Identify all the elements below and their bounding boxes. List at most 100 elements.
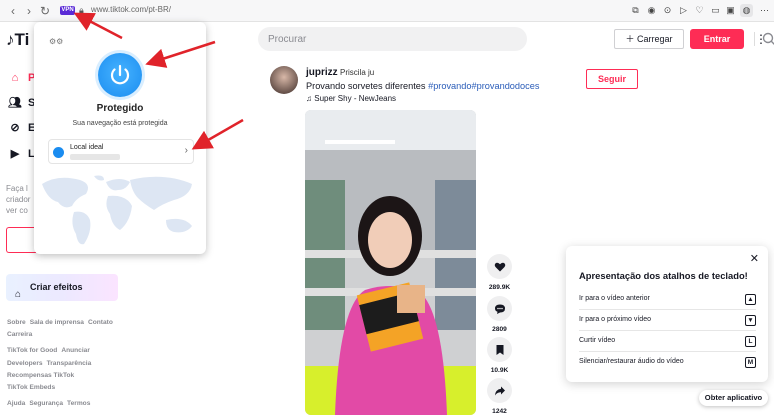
footer-link[interactable]: Ajuda [7, 400, 25, 407]
share-icon[interactable]: ⧉ [629, 4, 642, 17]
post-display-name: Priscila ju [340, 68, 375, 77]
footer-link[interactable]: Carreira [7, 331, 32, 338]
plus-icon: ＋ [625, 34, 637, 44]
share-action[interactable]: 1242 [487, 378, 512, 415]
footer-link[interactable]: Anunciar [61, 347, 90, 354]
forward-icon[interactable]: › [22, 4, 36, 18]
tiktok-note-icon: ♪ [6, 30, 15, 49]
create-effects-button[interactable]: ⌂ Criar efeitos [6, 274, 118, 301]
play-icon[interactable]: ▷ [677, 4, 690, 17]
sidebar-item-explore[interactable]: ⊘ E [8, 119, 35, 137]
menu-icon[interactable]: ⋯ [758, 4, 771, 17]
footer-link[interactable]: TikTok for Good [7, 347, 57, 354]
tiktok-logo[interactable]: ♪Ti [6, 30, 29, 50]
camera-icon[interactable]: ◉ [645, 4, 658, 17]
keyboard-shortcuts-panel: ✕ Apresentação dos atalhos de teclado! I… [566, 246, 768, 382]
comment-icon[interactable] [487, 296, 512, 321]
post-username[interactable]: juprizz [306, 67, 338, 78]
key-m: M [745, 357, 756, 368]
login-button[interactable]: Entrar [690, 29, 744, 49]
vpn-status-title: Protegido [96, 103, 144, 114]
chevron-right-icon: › [184, 145, 188, 156]
shortcut-row: Ir para o próximo vídeo ▼ [579, 311, 756, 331]
upload-button[interactable]: ＋ Carregar [614, 29, 684, 49]
footer-link[interactable]: Developers [7, 360, 43, 367]
footer-links: TikTok Embeds [7, 384, 59, 391]
more-options-icon[interactable]: ⋮ [755, 30, 767, 48]
key-down-icon: ▼ [745, 315, 756, 326]
profile-icon[interactable]: ◍ [740, 4, 753, 17]
upload-label: Carregar [637, 34, 673, 44]
footer-links: Ajuda Segurança Termos [7, 400, 94, 407]
footer-links: Developers Transparência [7, 360, 95, 367]
vpn-status-subtitle: Sua navegação está protegida [72, 120, 168, 127]
post-caption: Provando sorvetes diferentes #provando#p… [306, 81, 539, 91]
footer-link[interactable]: Transparência [47, 360, 92, 367]
video-frame [305, 110, 476, 415]
location-selector[interactable]: Local ideal › [48, 139, 194, 164]
follow-button[interactable]: Seguir [586, 69, 638, 89]
share-arrow-icon[interactable] [487, 378, 512, 403]
footer-link[interactable]: Recompensas TikTok [7, 372, 74, 379]
back-icon[interactable]: ‹ [6, 4, 20, 18]
footer-link[interactable]: TikTok Embeds [7, 384, 55, 391]
globe-icon [53, 147, 64, 158]
search-input[interactable] [268, 27, 488, 51]
footer-links: Recompensas TikTok [7, 372, 78, 379]
video-player[interactable] [305, 110, 476, 415]
hashtag-links[interactable]: #provando#provandodoces [428, 81, 539, 91]
location-label: Local ideal [70, 144, 104, 151]
settings-icon[interactable]: ⚙⚙ [49, 37, 63, 46]
shortcut-label: Silenciar/restaurar áudio do vídeo [579, 358, 684, 365]
get-app-button[interactable]: Obter aplicativo [699, 390, 768, 406]
explore-icon: ⊘ [10, 122, 20, 134]
avatar[interactable] [270, 66, 298, 94]
power-button[interactable] [98, 53, 142, 97]
footer-link[interactable]: Sobre [7, 319, 26, 326]
footer-link[interactable]: Segurança [29, 400, 63, 407]
sidebar-icon[interactable]: ▣ [724, 4, 737, 17]
caption-text: Provando sorvetes diferentes [306, 81, 426, 91]
bookmark-icon[interactable] [487, 337, 512, 362]
save-action[interactable]: 10.9K [487, 337, 512, 374]
hint-line: Faça l [6, 184, 28, 193]
home-icon: ⌂ [11, 72, 19, 84]
shortcut-label: Ir para o próximo vídeo [579, 316, 651, 323]
search-bar[interactable] [258, 27, 774, 51]
footer-link[interactable]: Sala de imprensa [30, 319, 84, 326]
heart-icon[interactable] [487, 254, 512, 279]
footer-links: Carreira [7, 331, 36, 338]
sidebar-login-button[interactable] [6, 227, 36, 253]
extension-icon[interactable]: ⊙ [661, 4, 674, 17]
post-music[interactable]: ♫ Super Shy - NewJeans [306, 94, 396, 103]
key-up-icon: ▲ [745, 294, 756, 305]
reload-icon[interactable]: ↻ [38, 4, 52, 18]
favorite-icon[interactable]: ♡ [693, 4, 706, 17]
live-icon: ▶ [10, 148, 20, 160]
vpn-extension-badge[interactable]: VPN [60, 6, 75, 15]
shortcut-row: Curtir vídeo L [579, 332, 756, 352]
shortcut-row: Ir para o vídeo anterior ▲ [579, 290, 756, 310]
vpn-popup: ⚙⚙ Protegido Sua navegação está protegid… [34, 22, 206, 254]
footer-link[interactable]: Termos [67, 400, 90, 407]
shortcut-row: Silenciar/restaurar áudio do vídeo M [579, 353, 756, 373]
sidebar-item-home[interactable]: ⌂ P [8, 69, 36, 87]
location-value-redacted [70, 154, 120, 160]
browser-toolbar: ‹ › ↻ VPN 🔒︎ www.tiktok.com/pt-BR/ ⧉ ◉ ⊙… [0, 0, 774, 22]
close-icon[interactable]: ✕ [750, 252, 759, 265]
key-l: L [745, 336, 756, 347]
comment-count: 2809 [492, 326, 507, 333]
like-action[interactable]: 289.9K [487, 254, 512, 291]
save-count: 10.9K [490, 367, 509, 374]
battery-icon[interactable]: ▭ [709, 4, 722, 17]
share-count: 1242 [492, 408, 507, 415]
effects-icon: ⌂ [15, 289, 22, 300]
comment-action[interactable]: 2809 [487, 296, 512, 333]
footer-link[interactable]: Contato [88, 319, 113, 326]
shortcut-label: Ir para o vídeo anterior [579, 295, 650, 302]
logo-text: Ti [14, 30, 30, 49]
address-bar[interactable]: www.tiktok.com/pt-BR/ [91, 5, 171, 14]
sidebar-item-following[interactable]: 👥︎ S [8, 94, 35, 112]
lock-icon[interactable]: 🔒︎ [79, 5, 84, 16]
hint-line: ver co [6, 206, 28, 215]
